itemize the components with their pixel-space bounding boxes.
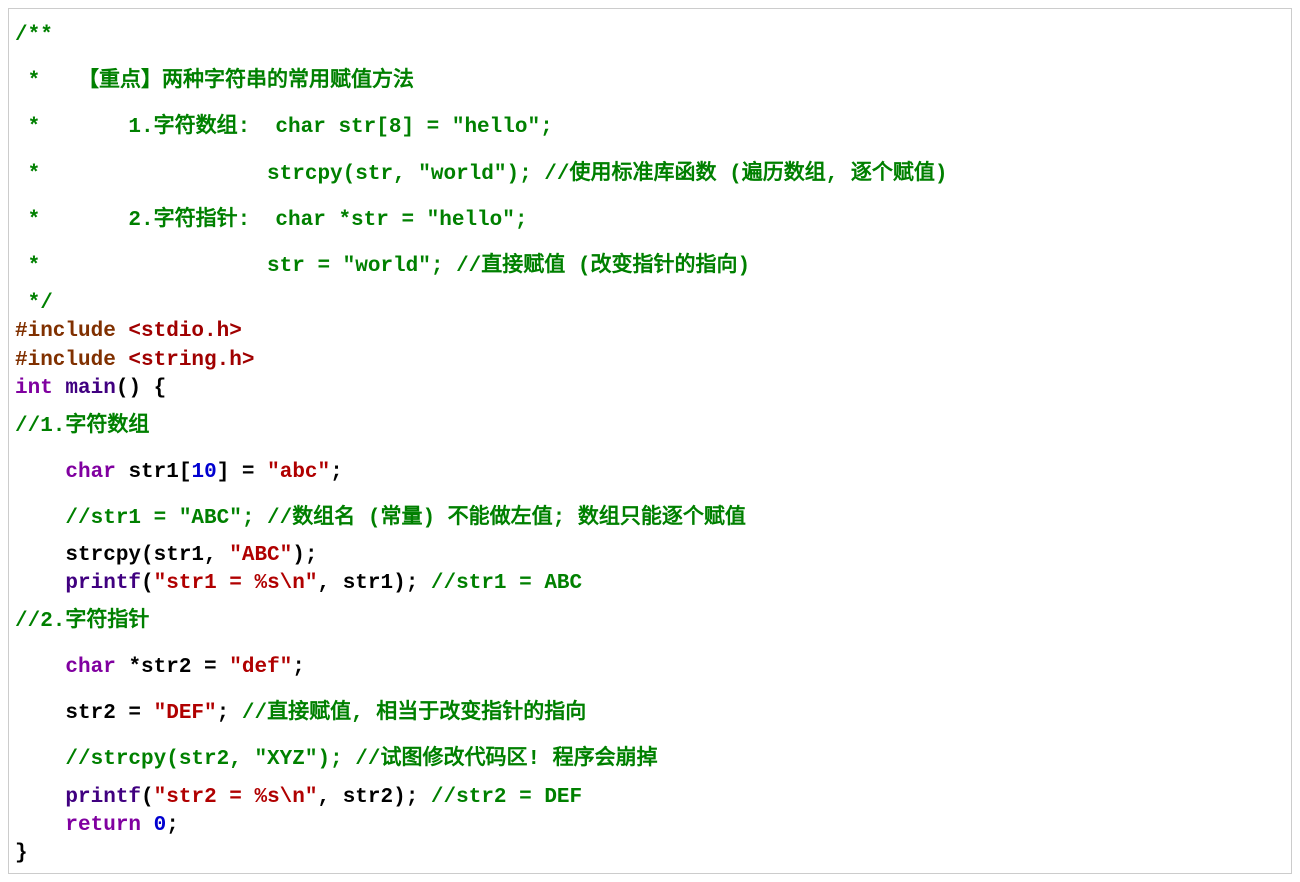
code-token: "ABC" xyxy=(229,544,292,567)
code-token xyxy=(141,814,154,837)
code-line: } xyxy=(15,840,1285,868)
code-token: ; xyxy=(217,702,242,725)
code-token: ; xyxy=(330,461,343,484)
code-line: //str1 = "ABC"; //数组名 (常量) 不能做左值; 数组只能逐个… xyxy=(15,496,1285,542)
code-token: */ xyxy=(15,292,53,315)
code-token: strcpy(str1, xyxy=(15,544,229,567)
code-token: //直接赋值, 相当于改变指针的指向 xyxy=(242,702,586,725)
code-token: //strcpy(str2, "XYZ"); //试图修改代码区! 程序会崩掉 xyxy=(15,748,658,771)
code-token: printf xyxy=(65,572,141,595)
code-token: //2.字符指针 xyxy=(15,610,149,633)
code-token: str2 = xyxy=(15,702,154,725)
code-token: , str2); xyxy=(317,786,430,809)
code-line: //strcpy(str2, "XYZ"); //试图修改代码区! 程序会崩掉 xyxy=(15,737,1285,783)
code-line: char str1[10] = "abc"; xyxy=(15,450,1285,496)
code-token: char xyxy=(65,656,115,679)
code-token xyxy=(15,786,65,809)
code-token: ; xyxy=(166,814,179,837)
code-token: } xyxy=(15,842,28,865)
code-token: str1[ xyxy=(116,461,192,484)
code-line: //1.字符数组 xyxy=(15,404,1285,450)
code-line: printf("str1 = %s\n", str1); //str1 = AB… xyxy=(15,570,1285,598)
code-token: //str1 = ABC xyxy=(431,572,582,595)
code-token: 0 xyxy=(154,814,167,837)
code-token: //1.字符数组 xyxy=(15,415,149,438)
code-line: return 0; xyxy=(15,812,1285,840)
code-token: ( xyxy=(141,786,154,809)
code-token: ; xyxy=(292,656,305,679)
code-token: () { xyxy=(116,377,166,400)
code-line: */ xyxy=(15,290,1285,318)
code-token: * 1.字符数组: char str[8] = "hello"; xyxy=(15,116,553,139)
code-block: /** * 【重点】两种字符串的常用赋值方法 * 1.字符数组: char st… xyxy=(8,8,1292,874)
code-token: main xyxy=(65,377,115,400)
code-token: char xyxy=(65,461,115,484)
code-token: ] = xyxy=(217,461,267,484)
code-line: * 1.字符数组: char str[8] = "hello"; xyxy=(15,105,1285,151)
code-line: int main() { xyxy=(15,375,1285,403)
code-token: #include xyxy=(15,349,128,372)
code-token: "abc" xyxy=(267,461,330,484)
code-token xyxy=(15,656,65,679)
code-token: * str = "world"; //直接赋值 (改变指针的指向) xyxy=(15,255,750,278)
code-token: *str2 = xyxy=(116,656,229,679)
code-line: * str = "world"; //直接赋值 (改变指针的指向) xyxy=(15,244,1285,290)
code-token: * 【重点】两种字符串的常用赋值方法 xyxy=(15,70,414,93)
code-line: * 【重点】两种字符串的常用赋值方法 xyxy=(15,59,1285,105)
code-token xyxy=(15,461,65,484)
code-token: ( xyxy=(141,572,154,595)
code-token: ); xyxy=(292,544,317,567)
code-line: /** xyxy=(15,13,1285,59)
code-token: * 2.字符指针: char *str = "hello"; xyxy=(15,209,527,232)
code-token xyxy=(53,377,66,400)
code-token: printf xyxy=(65,786,141,809)
code-token xyxy=(15,572,65,595)
code-token: 10 xyxy=(191,461,216,484)
code-line: //2.字符指针 xyxy=(15,599,1285,645)
code-token: , str1); xyxy=(317,572,430,595)
code-line: * 2.字符指针: char *str = "hello"; xyxy=(15,198,1285,244)
code-token: //str1 = "ABC"; //数组名 (常量) 不能做左值; 数组只能逐个… xyxy=(15,507,746,530)
code-token: * strcpy(str, "world"); //使用标准库函数 (遍历数组,… xyxy=(15,163,948,186)
code-line: printf("str2 = %s\n", str2); //str2 = DE… xyxy=(15,784,1285,812)
code-token: /** xyxy=(15,24,53,47)
code-line: #include <string.h> xyxy=(15,347,1285,375)
code-token: return xyxy=(65,814,141,837)
code-token: //str2 = DEF xyxy=(431,786,582,809)
code-token xyxy=(15,814,65,837)
code-line: char *str2 = "def"; xyxy=(15,645,1285,691)
code-token: #include xyxy=(15,320,128,343)
code-token: "def" xyxy=(229,656,292,679)
code-line: #include <stdio.h> xyxy=(15,318,1285,346)
code-token: "str2 = %s\n" xyxy=(154,786,318,809)
code-token: "str1 = %s\n" xyxy=(154,572,318,595)
code-token: "DEF" xyxy=(154,702,217,725)
code-line: strcpy(str1, "ABC"); xyxy=(15,542,1285,570)
code-token: <string.h> xyxy=(128,349,254,372)
code-token: int xyxy=(15,377,53,400)
code-token: <stdio.h> xyxy=(128,320,241,343)
code-line: str2 = "DEF"; //直接赋值, 相当于改变指针的指向 xyxy=(15,691,1285,737)
code-line: * strcpy(str, "world"); //使用标准库函数 (遍历数组,… xyxy=(15,152,1285,198)
